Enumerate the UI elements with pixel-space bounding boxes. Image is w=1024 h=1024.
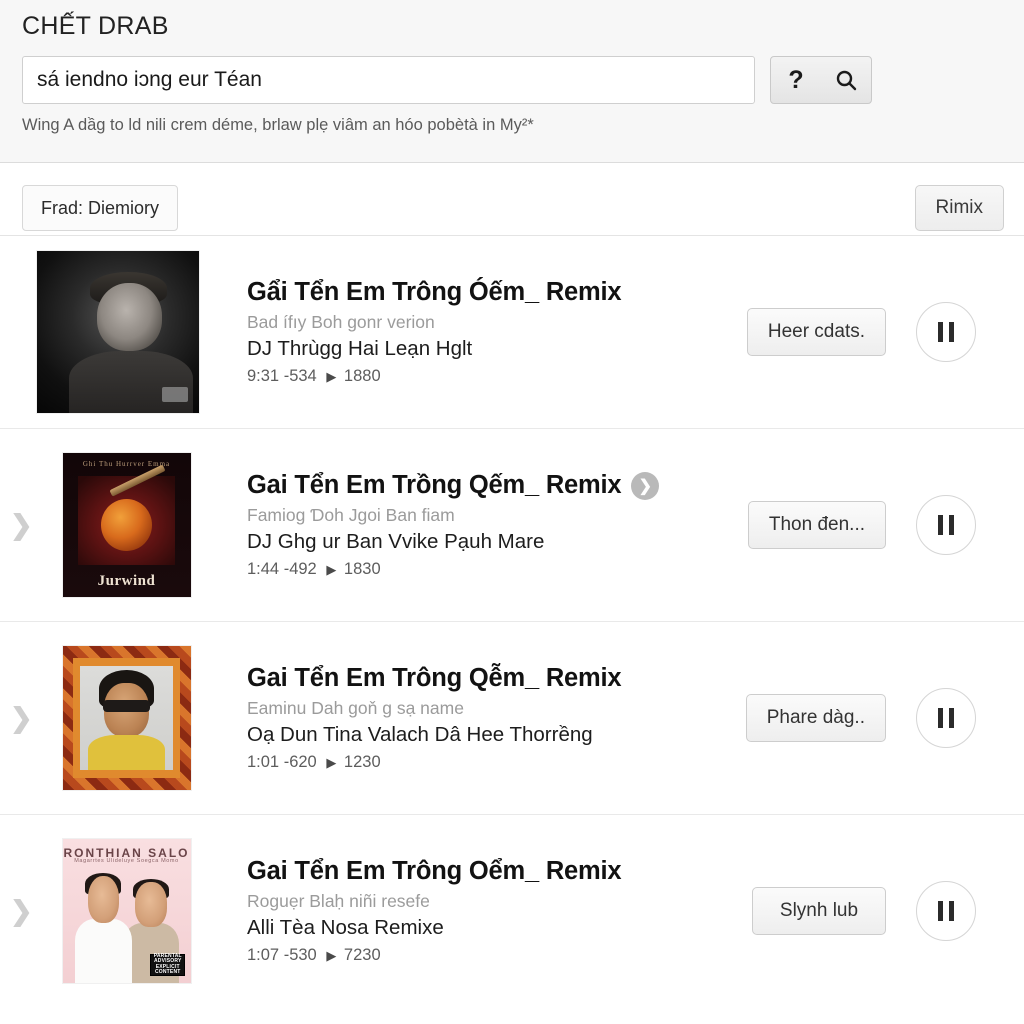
thumbnail-wrap: RONTHIAN SALO Magarrtes Ulideluye Soegca… (37, 830, 199, 992)
track-play-count: 7230 (343, 946, 381, 964)
album-art-top-text: Ghi Thu Hurrver Emma (82, 460, 171, 469)
track-subtitle: Roguẹr Blaḥ niñi resefe (247, 891, 430, 911)
track-play-count: 1830 (343, 560, 381, 578)
track-row[interactable]: ❯ Gẩi Tển Em Trông Óếm_ Remix Bad ífıy B… (0, 235, 1024, 428)
track-actions: Phare dàg.. (745, 688, 976, 748)
track-list: ❯ Gẩi Tển Em Trông Óếm_ Remix Bad ífıy B… (0, 235, 1024, 1007)
track-title[interactable]: Gai Tển Em Trồng Qếm_ Remix (247, 471, 622, 500)
play-count-icon: ▶ (326, 755, 337, 770)
track-stats: 1:07 -530 ▶ 7230 (247, 946, 752, 965)
results-toolbar: Frad: Diemiory Rimix (0, 163, 1024, 235)
track-title-line: Gai Tển Em Trồng Qếm_ Remix ❯ (247, 471, 748, 500)
search-button-group[interactable]: ? (770, 56, 872, 104)
pause-button[interactable] (916, 302, 976, 362)
parental-advisory-icon: PARENTAL ADVISORY EXPLICIT CONTENT (150, 954, 186, 976)
track-play-count: 1230 (343, 753, 381, 771)
track-subtitle: Eaminu Dah goň g sạ name (247, 698, 464, 718)
remix-button[interactable]: Rimix (914, 185, 1004, 231)
track-title-line: Gai Tển Em Trông Qễm_ Remix (247, 664, 746, 693)
track-stats: 9:31 -534 ▶ 1880 (247, 367, 747, 386)
pause-button[interactable] (916, 495, 976, 555)
track-meta: Gai Tển Em Trồng Qếm_ Remix ❯ Famiog Ɗoh… (247, 471, 748, 579)
album-art-ornate-frame (62, 646, 191, 790)
question-mark-icon[interactable]: ? (776, 57, 816, 103)
track-title[interactable]: Gai Tển Em Trông Qễm_ Remix (247, 664, 622, 693)
app-root: CHẾT DRAB ? Wing A dầg to ld nili crem d… (0, 0, 1024, 1024)
thumbnail-wrap (37, 637, 199, 799)
track-row[interactable]: ❯ RONTHIAN SALO Magarrtes Ulideluye Soeg… (0, 814, 1024, 1007)
thumbnail-wrap (37, 251, 199, 413)
header-panel: CHẾT DRAB ? Wing A dầg to ld nili crem d… (0, 0, 1024, 163)
track-play-count: 1880 (343, 367, 381, 385)
track-title-line: Gai Tển Em Trông Oểm_ Remix (247, 857, 752, 886)
pause-button[interactable] (916, 881, 976, 941)
track-artist[interactable]: Alli Tèa Nosa Remixe (247, 916, 752, 940)
album-art-maroon-instrument: Ghi Thu Hurrver Emma Jurwind (62, 453, 191, 597)
page-title: CHẾT DRAB (22, 12, 169, 40)
track-title[interactable]: Gai Tển Em Trông Oểm_ Remix (247, 857, 622, 886)
row-chevron-icon[interactable]: ❯ (10, 705, 33, 732)
pause-button[interactable] (916, 688, 976, 748)
play-count-icon: ▶ (326, 369, 337, 384)
track-actions: Slynh lub (752, 881, 976, 941)
chevron-right-badge-icon[interactable]: ❯ (631, 471, 660, 500)
track-title-line: Gẩi Tển Em Trông Óếm_ Remix (247, 278, 747, 307)
thumbnail-wrap: Ghi Thu Hurrver Emma Jurwind (37, 444, 199, 606)
pause-icon-bar-left (938, 322, 943, 342)
track-action-button[interactable]: Slynh lub (752, 887, 886, 935)
track-actions: Thon đen... (747, 495, 976, 555)
track-action-button[interactable]: Thon đen... (747, 501, 886, 549)
play-count-icon: ▶ (326, 948, 337, 963)
pause-icon-bar-right (949, 708, 954, 728)
tab-frad-diemiory[interactable]: Frad: Diemiory (22, 185, 179, 231)
sunglasses-icon (103, 700, 150, 712)
results-card: Frad: Diemiory Rimix ❯ Gẩi Tển Em Trông … (0, 163, 1024, 1024)
pause-icon-bar-right (949, 515, 954, 535)
search-row: ? (22, 56, 872, 104)
pause-icon-bar-right (949, 322, 954, 342)
play-count-icon: ▶ (326, 562, 337, 577)
track-actions: Heer cdats. (746, 302, 976, 362)
track-duration: 1:44 -492 (247, 560, 317, 578)
pause-icon-bar-left (938, 901, 943, 921)
track-action-button[interactable]: Heer cdats. (746, 308, 886, 356)
row-chevron-icon[interactable]: ❯ (10, 512, 33, 539)
track-meta: Gẩi Tển Em Trông Óếm_ Remix Bad ífıy Boh… (247, 278, 747, 386)
album-art-bottom-text: Jurwind (97, 572, 156, 589)
track-artist[interactable]: Oạ Dun Tina Valach Dâ Hee Thorrềng (247, 723, 746, 747)
track-stats: 1:44 -492 ▶ 1830 (247, 560, 748, 579)
album-art-subtitle: Magarrtes Ulideluye Soegca Momo (74, 858, 179, 865)
track-row[interactable]: ❯ Ghi Thu Hurrver Emma Jurwind Gai Tển E… (0, 428, 1024, 621)
search-icon[interactable] (826, 57, 866, 103)
row-chevron-icon[interactable]: ❯ (10, 898, 33, 925)
search-input[interactable] (22, 56, 755, 104)
album-art-portrait-bw (37, 251, 199, 413)
track-title[interactable]: Gẩi Tển Em Trông Óếm_ Remix (247, 278, 622, 307)
track-meta: Gai Tển Em Trông Qễm_ Remix Eaminu Dah g… (247, 664, 746, 772)
track-action-button[interactable]: Phare dàg.. (745, 694, 886, 742)
track-subtitle: Famiog Ɗoh Jgoi Ban fiam (247, 505, 455, 525)
track-subtitle: Bad ífıy Boh gonr verion (247, 312, 435, 332)
track-artist[interactable]: DJ Ghg ur Ban Vvike Pạuh Mare (247, 530, 748, 554)
track-duration: 9:31 -534 (247, 367, 317, 385)
album-art-pink-duo: RONTHIAN SALO Magarrtes Ulideluye Soegca… (62, 839, 191, 983)
track-duration: 1:07 -530 (247, 946, 317, 964)
track-row[interactable]: ❯ Gai Tển Em Trông Qễm_ Remix Eaminu Dah… (0, 621, 1024, 814)
pause-icon-bar-left (938, 515, 943, 535)
pause-icon-bar-left (938, 708, 943, 728)
track-stats: 1:01 -620 ▶ 1230 (247, 753, 746, 772)
track-artist[interactable]: DJ Thrùgg Hai Leạn Hglt (247, 337, 747, 361)
track-duration: 1:01 -620 (247, 753, 317, 771)
track-meta: Gai Tển Em Trông Oểm_ Remix Roguẹr Blaḥ … (247, 857, 752, 965)
pause-icon-bar-right (949, 901, 954, 921)
header-caption: Wing A dầg to ld nili crem déme, brlaw p… (22, 116, 534, 134)
